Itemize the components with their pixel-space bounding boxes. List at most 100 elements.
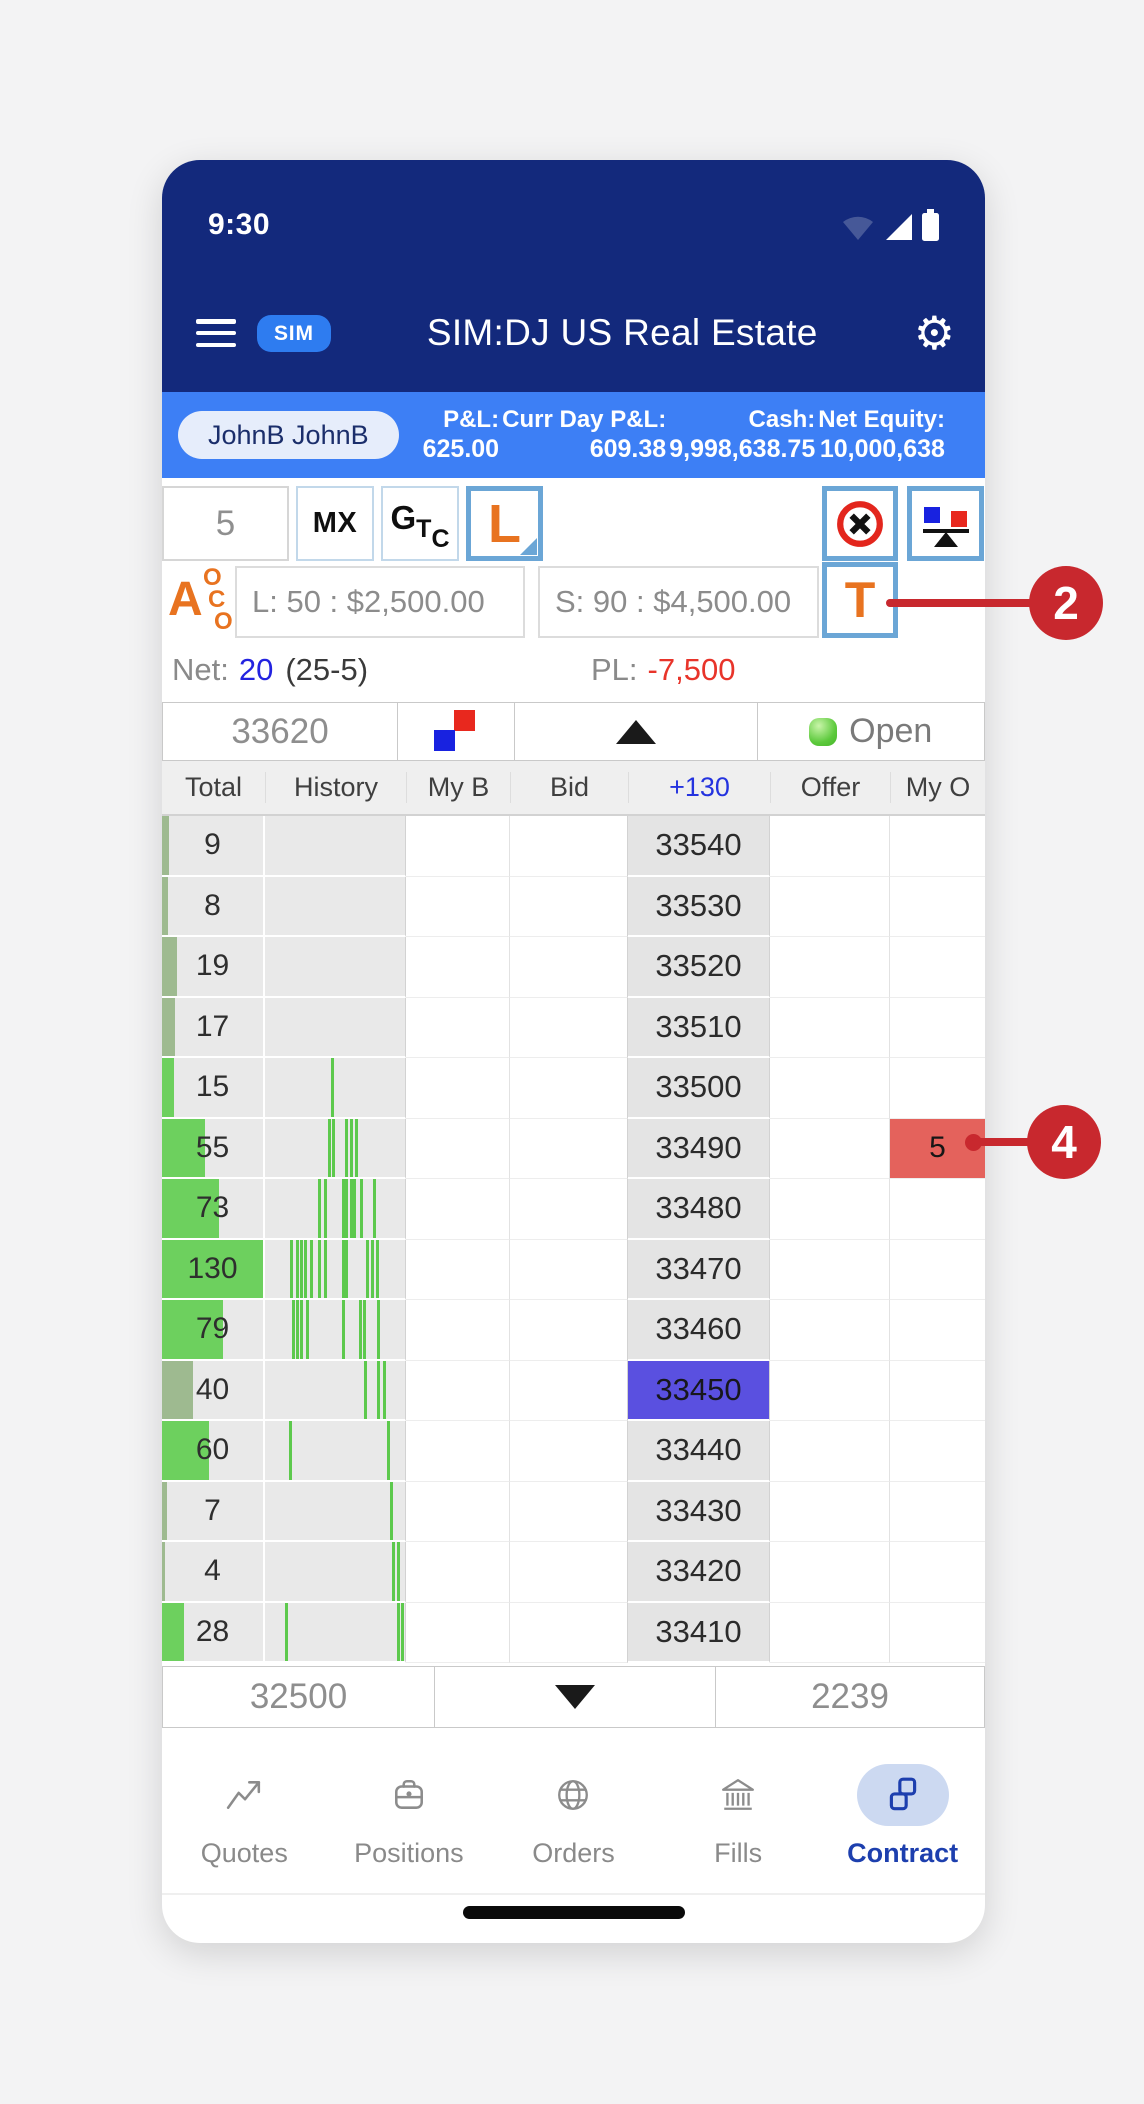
my-offer-cell[interactable] bbox=[890, 1482, 985, 1543]
flatten-balance-button[interactable] bbox=[907, 486, 984, 561]
bid-cell[interactable] bbox=[510, 1300, 628, 1361]
total-volume-cell: 4 bbox=[162, 1542, 265, 1603]
bid-cell[interactable] bbox=[510, 1179, 628, 1240]
price-cell[interactable]: 33500 bbox=[628, 1058, 770, 1119]
my-bid-cell[interactable] bbox=[406, 1482, 510, 1543]
bid-cell[interactable] bbox=[510, 1482, 628, 1543]
offer-cell[interactable] bbox=[770, 1421, 890, 1482]
price-cell[interactable]: 33440 bbox=[628, 1421, 770, 1482]
my-bid-cell[interactable] bbox=[406, 1603, 510, 1664]
price-cell[interactable]: 33480 bbox=[628, 1179, 770, 1240]
my-offer-cell[interactable] bbox=[890, 1240, 985, 1301]
bid-cell[interactable] bbox=[510, 1421, 628, 1482]
tab-fills[interactable]: Fills bbox=[656, 1750, 821, 1894]
my-offer-cell[interactable] bbox=[890, 1603, 985, 1664]
price-cell[interactable]: 33490 bbox=[628, 1119, 770, 1180]
settings-gear-icon[interactable]: ⚙ bbox=[914, 310, 955, 356]
last-price-cell[interactable]: 33620 bbox=[162, 702, 398, 761]
offer-cell[interactable] bbox=[770, 1119, 890, 1180]
my-offer-cell[interactable] bbox=[890, 998, 985, 1059]
pl-value: -7,500 bbox=[648, 652, 736, 687]
market-status-cell[interactable]: Open bbox=[757, 702, 986, 761]
my-offer-cell[interactable] bbox=[890, 1542, 985, 1603]
aoco-button[interactable]: A O C O bbox=[168, 568, 232, 638]
offer-cell[interactable] bbox=[770, 1300, 890, 1361]
bid-cell[interactable] bbox=[510, 937, 628, 998]
gtc-button[interactable]: GTC bbox=[381, 486, 459, 561]
my-bid-cell[interactable] bbox=[406, 998, 510, 1059]
my-bid-cell[interactable] bbox=[406, 1119, 510, 1180]
offer-cell[interactable] bbox=[770, 1482, 890, 1543]
low-price-cell[interactable]: 32500 bbox=[162, 1666, 435, 1728]
total-volume-value: 9 bbox=[204, 828, 221, 862]
tab-label: Orders bbox=[532, 1838, 615, 1869]
tab-quotes[interactable]: Quotes bbox=[162, 1750, 327, 1894]
my-bid-cell[interactable] bbox=[406, 1300, 510, 1361]
cancel-orders-button[interactable] bbox=[822, 486, 898, 561]
price-cell[interactable]: 33530 bbox=[628, 877, 770, 938]
price-cell[interactable]: 33520 bbox=[628, 937, 770, 998]
price-cell[interactable]: 33450 bbox=[628, 1361, 770, 1422]
mx-button[interactable]: MX bbox=[296, 486, 374, 561]
my-bid-cell[interactable] bbox=[406, 1361, 510, 1422]
my-offer-cell[interactable] bbox=[890, 1421, 985, 1482]
tab-orders[interactable]: Orders bbox=[491, 1750, 656, 1894]
my-bid-cell[interactable] bbox=[406, 1058, 510, 1119]
bid-cell[interactable] bbox=[510, 1361, 628, 1422]
quantity-field[interactable]: 5 bbox=[162, 486, 289, 561]
bid-cell[interactable] bbox=[510, 877, 628, 938]
offer-cell[interactable] bbox=[770, 816, 890, 877]
my-bid-cell[interactable] bbox=[406, 877, 510, 938]
bid-cell[interactable] bbox=[510, 1058, 628, 1119]
price-cell[interactable]: 33540 bbox=[628, 816, 770, 877]
my-bid-cell[interactable] bbox=[406, 816, 510, 877]
tab-positions[interactable]: Positions bbox=[327, 1750, 492, 1894]
bid-cell[interactable] bbox=[510, 998, 628, 1059]
offer-cell[interactable] bbox=[770, 998, 890, 1059]
price-flags-button[interactable] bbox=[397, 702, 516, 761]
menu-icon[interactable] bbox=[196, 319, 236, 347]
my-offer-cell[interactable] bbox=[890, 937, 985, 998]
offer-cell[interactable] bbox=[770, 1603, 890, 1664]
bid-cell[interactable] bbox=[510, 816, 628, 877]
price-cell[interactable]: 33410 bbox=[628, 1603, 770, 1664]
my-offer-cell[interactable] bbox=[890, 1361, 985, 1422]
my-offer-cell[interactable] bbox=[890, 1058, 985, 1119]
offer-cell[interactable] bbox=[770, 1361, 890, 1422]
bid-cell[interactable] bbox=[510, 1603, 628, 1664]
tab-contract[interactable]: Contract bbox=[820, 1750, 985, 1894]
bid-cell[interactable] bbox=[510, 1542, 628, 1603]
my-bid-cell[interactable] bbox=[406, 1421, 510, 1482]
offer-cell[interactable] bbox=[770, 1542, 890, 1603]
my-offer-cell[interactable] bbox=[890, 816, 985, 877]
price-cell[interactable]: 33430 bbox=[628, 1482, 770, 1543]
price-cell[interactable]: 33420 bbox=[628, 1542, 770, 1603]
my-offer-cell[interactable] bbox=[890, 877, 985, 938]
short-stop-field[interactable]: S: 90 : $4,500.00 bbox=[538, 566, 819, 638]
long-stop-field[interactable]: L: 50 : $2,500.00 bbox=[235, 566, 525, 638]
app-header: 9:30 SIM SIM:DJ US Real Estate ⚙ bbox=[162, 160, 985, 392]
bid-cell[interactable] bbox=[510, 1119, 628, 1180]
header-bid: Bid bbox=[510, 772, 628, 803]
offer-cell[interactable] bbox=[770, 1179, 890, 1240]
bid-cell[interactable] bbox=[510, 1240, 628, 1301]
price-cell[interactable]: 33460 bbox=[628, 1300, 770, 1361]
offer-cell[interactable] bbox=[770, 1240, 890, 1301]
my-bid-cell[interactable] bbox=[406, 937, 510, 998]
scroll-up-button[interactable] bbox=[514, 702, 758, 761]
home-indicator[interactable] bbox=[463, 1906, 685, 1919]
order-type-limit-button[interactable]: L bbox=[466, 486, 543, 561]
offer-cell[interactable] bbox=[770, 1058, 890, 1119]
account-selector[interactable]: JohnB JohnB bbox=[178, 411, 399, 459]
my-offer-cell[interactable] bbox=[890, 1300, 985, 1361]
my-bid-cell[interactable] bbox=[406, 1240, 510, 1301]
price-cell[interactable]: 33510 bbox=[628, 998, 770, 1059]
my-bid-cell[interactable] bbox=[406, 1542, 510, 1603]
offer-cell[interactable] bbox=[770, 877, 890, 938]
my-bid-cell[interactable] bbox=[406, 1179, 510, 1240]
offer-cell[interactable] bbox=[770, 937, 890, 998]
scroll-down-button[interactable] bbox=[434, 1666, 717, 1728]
my-offer-cell[interactable] bbox=[890, 1179, 985, 1240]
volume-cell[interactable]: 2239 bbox=[715, 1666, 985, 1728]
price-cell[interactable]: 33470 bbox=[628, 1240, 770, 1301]
